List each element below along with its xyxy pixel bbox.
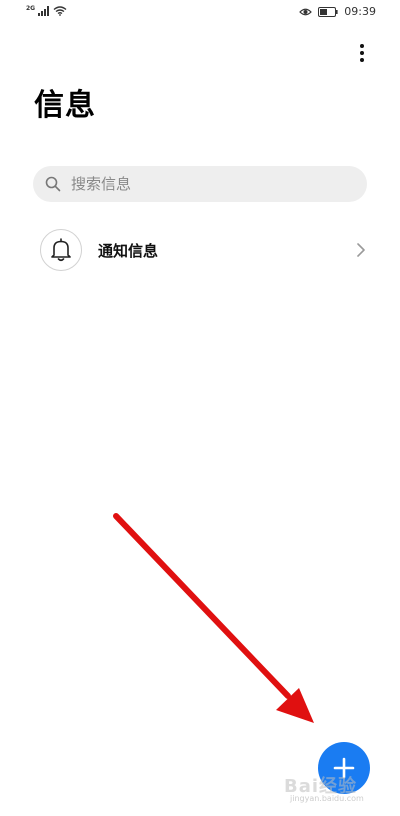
search-icon xyxy=(45,176,61,192)
search-bar[interactable] xyxy=(33,166,367,202)
status-right: 09:39 xyxy=(299,5,376,18)
wifi-icon xyxy=(53,6,67,16)
status-bar: 2G 09:39 xyxy=(0,0,400,26)
watermark-url: jingyan.baidu.com xyxy=(290,794,364,803)
more-vertical-dot xyxy=(360,51,364,55)
more-options-button[interactable] xyxy=(354,40,370,66)
network-type-label: 2G xyxy=(26,5,36,12)
eye-comfort-icon xyxy=(299,8,313,15)
more-vertical-dot xyxy=(360,58,364,62)
page-title: 信息 xyxy=(34,88,96,123)
more-vertical-icon xyxy=(360,44,364,48)
list-item-label: 通知信息 xyxy=(98,241,159,260)
search-input[interactable] xyxy=(69,174,343,194)
status-left: 2G xyxy=(26,6,67,16)
list-item-notifications[interactable]: 通知信息 xyxy=(40,228,370,272)
status-time: 09:39 xyxy=(344,5,376,18)
battery-icon xyxy=(318,6,338,17)
signal-icon xyxy=(38,6,50,16)
chevron-right-icon xyxy=(357,243,365,257)
avatar xyxy=(40,229,82,271)
bell-icon xyxy=(51,238,71,262)
